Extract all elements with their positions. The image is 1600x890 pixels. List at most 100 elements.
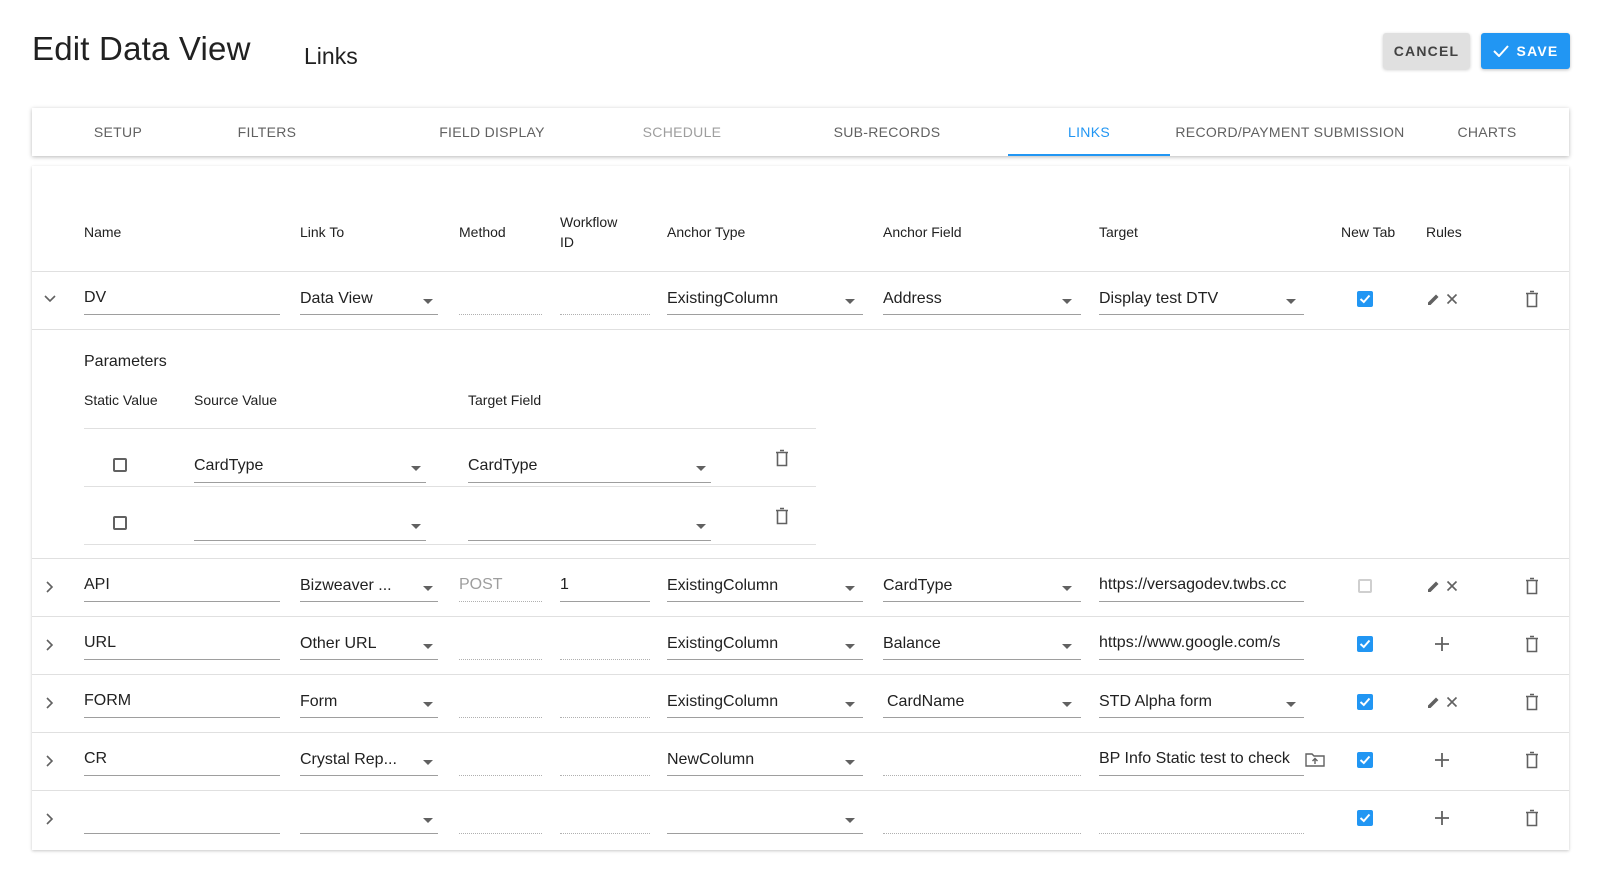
anchor-type-select[interactable]: ExistingColumn xyxy=(667,635,837,653)
check-icon xyxy=(1492,45,1509,57)
target-field[interactable]: https://versagodev.twbs.cc xyxy=(1099,576,1304,594)
link-to-select[interactable]: Bizweaver ... xyxy=(300,577,420,595)
dropdown-arrow-icon xyxy=(1062,586,1072,591)
link-to-underline xyxy=(300,659,438,660)
new-tab-checkbox[interactable] xyxy=(1357,636,1373,652)
anchor-type-select[interactable]: ExistingColumn xyxy=(667,693,837,711)
edit-icon[interactable] xyxy=(1427,695,1441,709)
page-title: Edit Data View xyxy=(32,30,251,67)
chevron-right-icon[interactable] xyxy=(45,696,55,710)
link-to-underline xyxy=(300,717,438,718)
static-value-checkbox[interactable] xyxy=(113,516,127,530)
anchor-type-select[interactable]: ExistingColumn xyxy=(667,577,837,595)
new-tab-checkbox[interactable] xyxy=(1357,291,1373,307)
name-field[interactable]: API xyxy=(84,576,274,594)
method-field: POST xyxy=(459,576,503,593)
target-field[interactable]: BP Info Static test to check xyxy=(1099,750,1304,768)
workflow-id-field[interactable]: 1 xyxy=(560,576,640,594)
link-to-underline xyxy=(300,833,438,834)
dropdown-arrow-icon xyxy=(423,299,433,304)
anchor-type-select[interactable]: NewColumn xyxy=(667,751,837,769)
target-field-underline xyxy=(468,540,711,541)
clear-icon[interactable] xyxy=(1446,696,1458,708)
link-to-underline xyxy=(300,601,438,602)
target-field-select[interactable]: CardType xyxy=(468,457,668,475)
add-icon[interactable] xyxy=(1435,637,1449,651)
name-field[interactable]: URL xyxy=(84,634,274,652)
delete-icon[interactable] xyxy=(1525,693,1539,711)
delete-icon[interactable] xyxy=(1525,635,1539,653)
workflow-id-underline xyxy=(560,601,650,602)
link-to-select[interactable]: Other URL xyxy=(300,635,420,653)
source-value-underline xyxy=(194,482,426,483)
new-tab-checkbox[interactable] xyxy=(1357,694,1373,710)
method-field xyxy=(459,717,542,718)
source-value-select[interactable]: CardType xyxy=(194,457,394,475)
cancel-button[interactable]: CANCEL xyxy=(1383,33,1470,69)
dropdown-arrow-icon xyxy=(845,586,855,591)
name-field-underline xyxy=(84,833,280,834)
anchor-field-select[interactable]: CardName xyxy=(887,693,1057,711)
dropdown-arrow-icon xyxy=(696,524,706,529)
param-header-source-value: Source Value xyxy=(194,392,278,408)
chevron-down-icon[interactable] xyxy=(43,294,57,304)
link-to-select[interactable]: Data View xyxy=(300,290,420,308)
delete-icon[interactable] xyxy=(1525,290,1539,308)
link-to-select[interactable]: Crystal Rep... xyxy=(300,751,420,769)
link-to-select[interactable]: Form xyxy=(300,693,420,711)
dropdown-arrow-icon xyxy=(1286,702,1296,707)
divider xyxy=(84,544,816,545)
target-underline xyxy=(1099,659,1304,660)
edit-icon[interactable] xyxy=(1427,579,1441,593)
folder-upload-icon[interactable] xyxy=(1305,752,1325,767)
clear-icon[interactable] xyxy=(1446,293,1458,305)
anchor-field-select[interactable]: Address xyxy=(883,290,1053,308)
add-icon[interactable] xyxy=(1435,753,1449,767)
name-field[interactable]: CR xyxy=(84,750,274,768)
clear-icon[interactable] xyxy=(1446,580,1458,592)
chevron-right-icon[interactable] xyxy=(45,580,55,594)
anchor-type-select[interactable]: ExistingColumn xyxy=(667,290,837,308)
tab-field-display[interactable]: FIELD DISPLAY xyxy=(412,108,572,156)
edit-icon[interactable] xyxy=(1427,292,1441,306)
tab-record-payment-submission[interactable]: RECORD/PAYMENT SUBMISSION xyxy=(1170,108,1410,156)
delete-icon[interactable] xyxy=(1525,809,1539,827)
col-header-link-to: Link To xyxy=(300,224,345,240)
name-field[interactable]: DV xyxy=(84,289,274,307)
target-select[interactable]: STD Alpha form xyxy=(1099,693,1279,711)
new-tab-checkbox[interactable] xyxy=(1357,752,1373,768)
target-select[interactable]: Display test DTV xyxy=(1099,290,1279,308)
chevron-right-icon[interactable] xyxy=(45,812,55,826)
new-tab-checkbox[interactable] xyxy=(1357,810,1373,826)
delete-icon[interactable] xyxy=(1525,577,1539,595)
anchor-type-underline xyxy=(667,659,863,660)
name-field[interactable]: FORM xyxy=(84,692,274,710)
delete-icon[interactable] xyxy=(775,507,789,525)
anchor-field-select[interactable]: Balance xyxy=(883,635,1053,653)
dropdown-arrow-icon xyxy=(845,644,855,649)
chevron-right-icon[interactable] xyxy=(45,638,55,652)
dropdown-arrow-icon xyxy=(1286,299,1296,304)
tab-sub-records[interactable]: SUB-RECORDS xyxy=(812,108,962,156)
divider xyxy=(84,486,816,487)
tab-filters[interactable]: FILTERS xyxy=(212,108,322,156)
delete-icon[interactable] xyxy=(775,449,789,467)
col-header-method: Method xyxy=(459,224,506,240)
tab-charts[interactable]: CHARTS xyxy=(1432,108,1542,156)
delete-icon[interactable] xyxy=(1525,751,1539,769)
anchor-field-select[interactable]: CardType xyxy=(883,577,1053,595)
source-value-underline xyxy=(194,540,426,541)
save-button[interactable]: SAVE xyxy=(1481,33,1570,69)
name-field-underline xyxy=(84,659,280,660)
new-tab-checkbox[interactable] xyxy=(1358,579,1372,593)
tab-bar: SETUP FILTERS FIELD DISPLAY SCHEDULE SUB… xyxy=(32,108,1569,156)
chevron-right-icon[interactable] xyxy=(45,754,55,768)
col-header-rules: Rules xyxy=(1426,224,1462,240)
dropdown-arrow-icon xyxy=(423,586,433,591)
target-field[interactable]: https://www.google.com/s xyxy=(1099,634,1304,652)
link-to-underline xyxy=(300,775,438,776)
tab-links[interactable]: LINKS xyxy=(1008,108,1170,156)
static-value-checkbox[interactable] xyxy=(113,458,127,472)
tab-setup[interactable]: SETUP xyxy=(54,108,182,156)
add-icon[interactable] xyxy=(1435,811,1449,825)
